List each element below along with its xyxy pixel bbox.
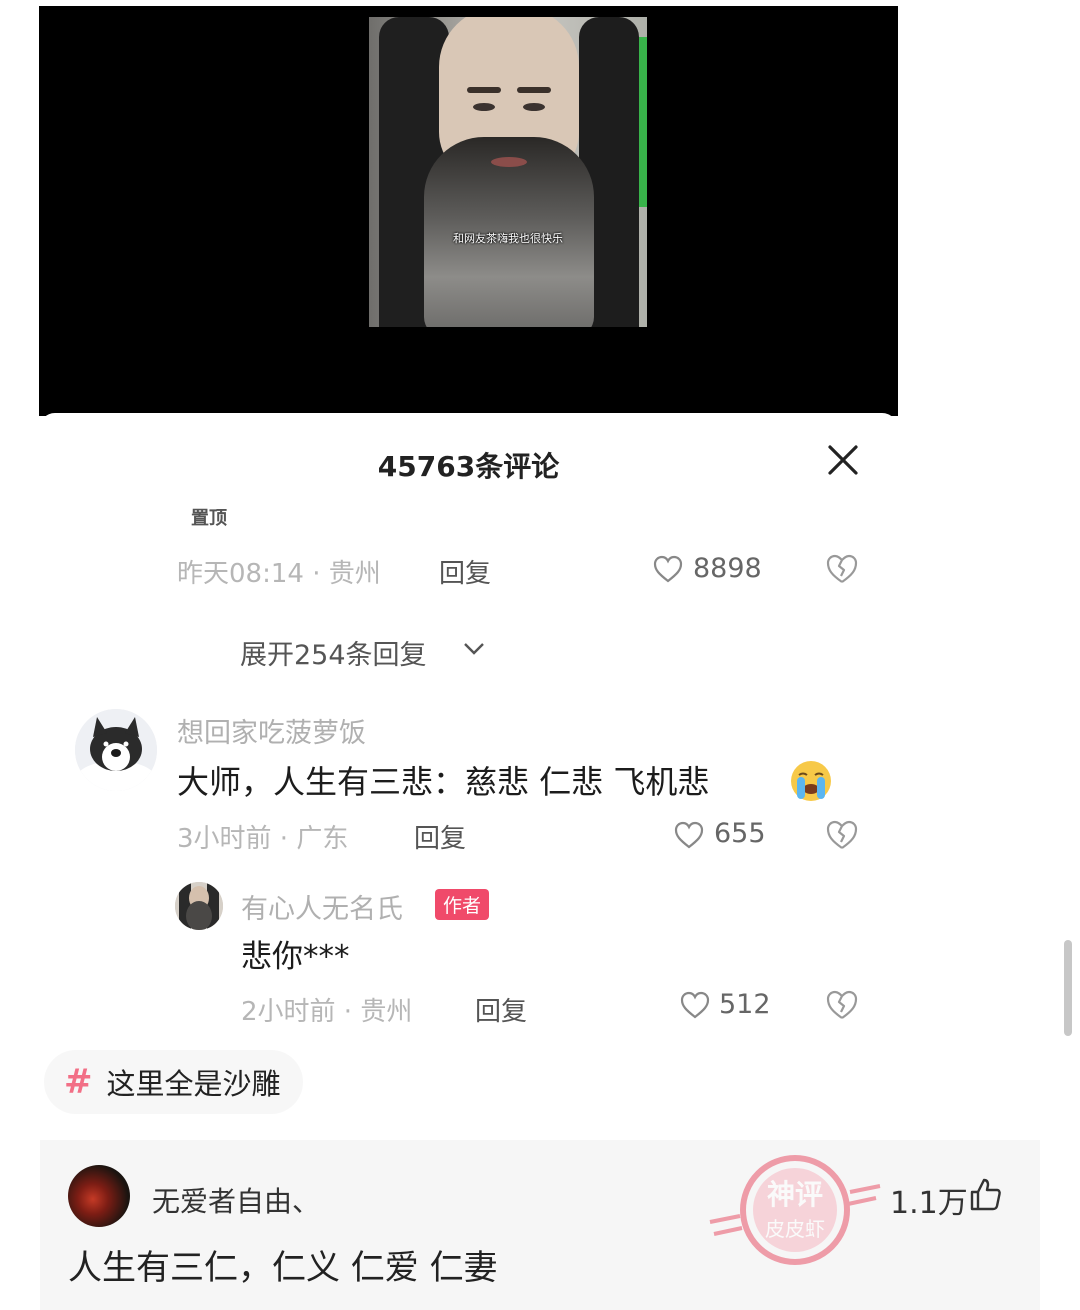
broken-heart-icon[interactable] xyxy=(825,553,859,585)
reply-meta: 2小时前 · 贵州 xyxy=(241,997,413,1027)
stamp-line1: 神评 xyxy=(767,1178,823,1211)
pinned-like-count: 8898 xyxy=(693,553,762,584)
avatar[interactable] xyxy=(175,882,223,930)
video-mouth xyxy=(491,157,527,167)
video-brow-left xyxy=(467,87,501,93)
heart-icon[interactable] xyxy=(680,991,710,1019)
avatar[interactable] xyxy=(75,709,157,791)
god-comment-stamp-icon: 神评 皮皮虾 xyxy=(709,1155,881,1265)
comment-text: 大师，人生有三悲：慈悲 仁悲 飞机悲 xyxy=(177,763,710,801)
hot-comment-text: 人生有三仁，仁义 仁爱 仁妻 xyxy=(68,1248,498,1288)
loudly-crying-face-emoji-icon xyxy=(791,761,831,801)
reply-username[interactable]: 有心人无名氏 xyxy=(241,887,403,926)
hashtag-chip[interactable]: # 这里全是沙雕 xyxy=(44,1050,303,1114)
close-icon[interactable] xyxy=(826,443,860,477)
video-player[interactable]: 和网友茶嗨我也很快乐 xyxy=(39,6,898,416)
dog-avatar-image xyxy=(75,709,157,791)
hot-comment-like-count: 1.1万 xyxy=(890,1186,968,1221)
hashtag-label: 这里全是沙雕 xyxy=(106,1067,281,1101)
reply-reply-button[interactable]: 回复 xyxy=(475,991,527,1028)
video-eye-right xyxy=(523,103,545,111)
pinned-comment-meta: 昨天08:14 · 贵州 xyxy=(177,559,381,589)
comment-username[interactable]: 想回家吃菠萝饭 xyxy=(177,711,366,750)
broken-heart-icon[interactable] xyxy=(825,819,859,851)
video-eye-left xyxy=(473,103,495,111)
bearded-man-avatar-image xyxy=(175,882,223,930)
comment-reply-button[interactable]: 回复 xyxy=(414,818,466,855)
reply-like-count: 512 xyxy=(719,989,771,1020)
comment-meta: 3小时前 · 广东 xyxy=(177,824,349,854)
scrollbar[interactable] xyxy=(1064,940,1072,1036)
stamp-line2: 皮皮虾 xyxy=(765,1217,825,1241)
author-badge: 作者 xyxy=(435,889,490,920)
chevron-down-icon[interactable] xyxy=(463,641,485,657)
hot-comment-card: 无爱者自由、 人生有三仁，仁义 仁爱 仁妻 神评 皮皮虾 1.1万 xyxy=(40,1140,1040,1310)
hot-comment-username[interactable]: 无爱者自由、 xyxy=(152,1180,320,1220)
video-frame[interactable]: 和网友茶嗨我也很快乐 xyxy=(369,17,647,327)
hashtag-icon: # xyxy=(64,1062,93,1102)
reply-text: 悲你*** xyxy=(241,939,350,975)
comment-like-count: 655 xyxy=(714,818,766,849)
pinned-label: 置顶 xyxy=(191,508,227,529)
video-subtitle: 和网友茶嗨我也很快乐 xyxy=(453,232,563,245)
avatar[interactable] xyxy=(68,1165,130,1227)
thumbs-up-icon[interactable] xyxy=(968,1176,1002,1212)
broken-heart-icon[interactable] xyxy=(825,989,859,1021)
heart-icon[interactable] xyxy=(653,555,683,583)
pinned-reply-button[interactable]: 回复 xyxy=(439,553,491,590)
comment-count-title: 45763条评论 xyxy=(377,450,560,483)
expand-replies-button[interactable]: 展开254条回复 xyxy=(240,633,427,672)
comment-sheet: 45763条评论 置顶 昨天08:14 · 贵州 回复 8898 展开254条回… xyxy=(39,413,898,1028)
video-brow-right xyxy=(517,87,551,93)
heart-icon[interactable] xyxy=(674,821,704,849)
